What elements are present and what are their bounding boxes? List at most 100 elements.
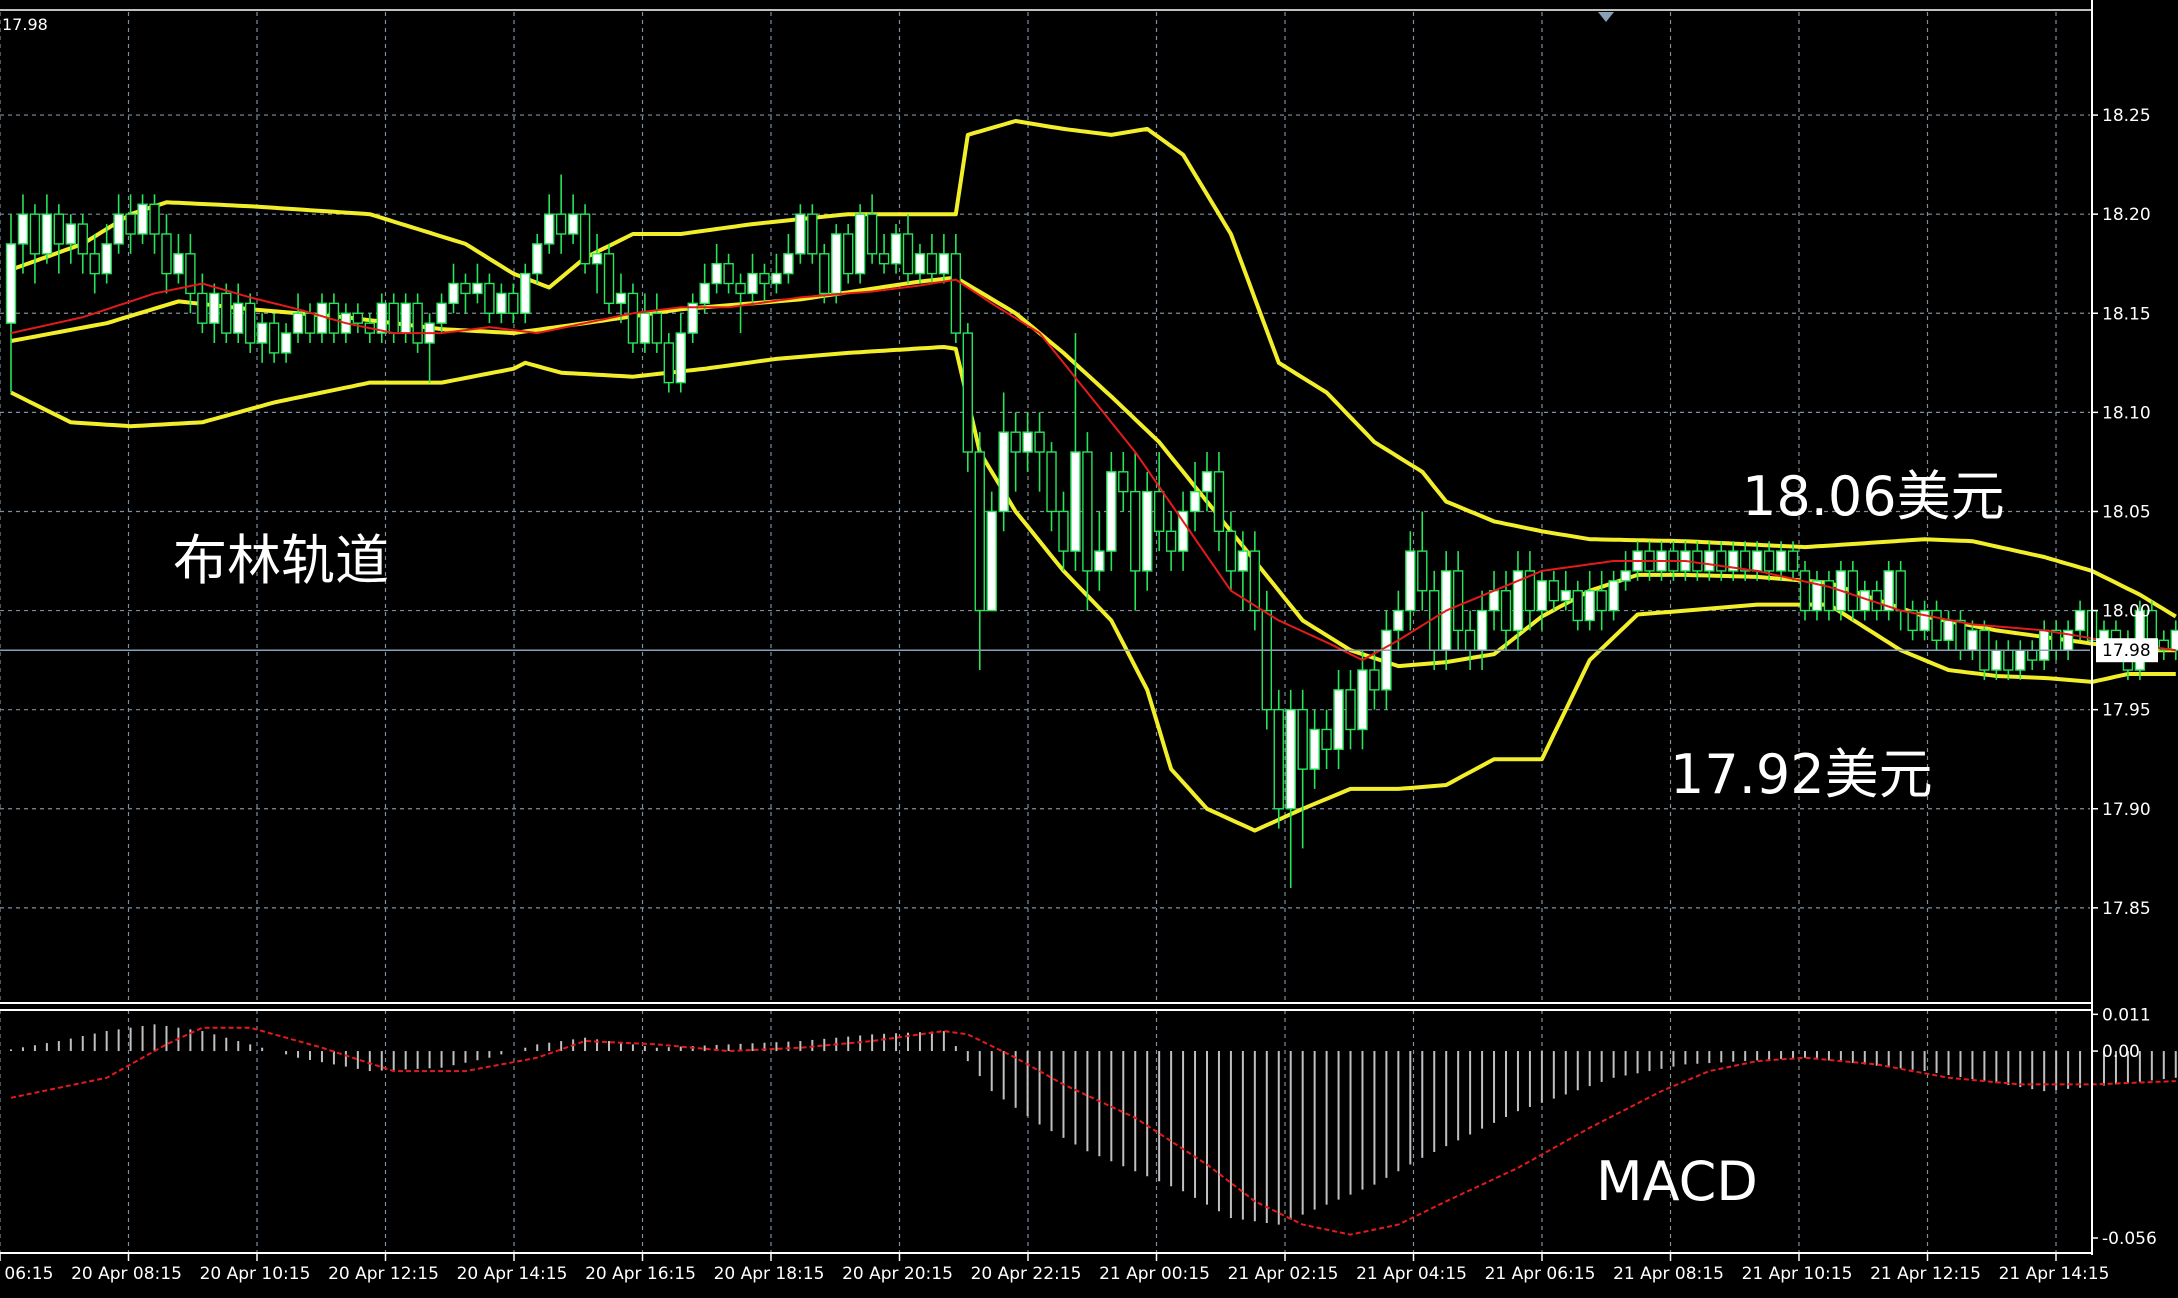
candle-body: [807, 213, 818, 255]
candle-body: [1692, 550, 1703, 572]
candle-body: [1213, 471, 1225, 532]
candle-body: [77, 223, 88, 255]
candle-body: [1130, 490, 1141, 572]
candle-body: [1381, 629, 1392, 691]
candle-body: [89, 253, 100, 275]
candle-body: [1070, 451, 1081, 552]
candle-body: [1106, 471, 1117, 552]
candle-body: [1393, 609, 1404, 632]
symbol-price-label: 17.98: [2, 15, 48, 34]
candle-body: [41, 213, 53, 255]
candle-body: [53, 213, 65, 245]
candle-body: [1405, 550, 1416, 612]
candle-body: [1249, 550, 1261, 612]
candle-body: [1991, 649, 2002, 671]
candle-body: [2170, 629, 2178, 651]
candle-body: [998, 431, 1009, 513]
chart-background: [0, 0, 2178, 1298]
time-tick-label: 21 Apr 02:15: [1228, 1264, 1339, 1284]
time-tick-label: 20 Apr 18:15: [714, 1264, 825, 1284]
candle-body: [723, 263, 734, 285]
candle-body: [1584, 590, 1595, 622]
candle: [627, 283, 639, 353]
candle-body: [256, 322, 268, 344]
price-tick-label: 18.05: [2102, 502, 2151, 522]
price-tick-label: 18.20: [2102, 205, 2151, 225]
candle-body: [1560, 590, 1572, 602]
macd-tick-label: 0.011: [2102, 1005, 2151, 1025]
candle-body: [1943, 619, 1954, 641]
candle-body: [579, 213, 591, 265]
candle-body: [1476, 609, 1488, 651]
candle-body: [448, 282, 459, 305]
candle-body: [460, 282, 471, 295]
time-tick-label: 20 Apr 10:15: [200, 1264, 311, 1284]
candle: [579, 204, 591, 274]
candle-body: [831, 233, 842, 295]
candle-body: [1285, 708, 1296, 810]
candle-body: [902, 233, 914, 275]
candle-body: [400, 302, 411, 334]
price-tick-label: 18.15: [2102, 304, 2151, 324]
candle-body: [2074, 609, 2086, 632]
candle-body: [1010, 431, 1021, 453]
candle-body: [771, 272, 782, 285]
candle-body: [233, 302, 244, 334]
candle-body: [950, 253, 962, 334]
candle-body: [1321, 728, 1332, 751]
candle-body: [2003, 649, 2014, 671]
candle-body: [1237, 550, 1249, 572]
candle: [1273, 689, 1284, 829]
candle-body: [567, 213, 579, 235]
candle-body: [1751, 550, 1763, 572]
candle-body: [555, 213, 567, 235]
candle-body: [711, 263, 722, 285]
candle-body: [484, 282, 495, 314]
candle-body: [615, 292, 627, 305]
time-tick-label: 20 Apr 06:15: [0, 1264, 53, 1284]
candle-body: [866, 213, 878, 255]
candle-body: [412, 302, 423, 344]
time-tick-label: 20 Apr 12:15: [328, 1264, 439, 1284]
candle-body: [520, 272, 531, 314]
candle-body: [304, 312, 316, 334]
candle-body: [1189, 490, 1201, 513]
macd-tick-label: -0.056: [2102, 1229, 2157, 1249]
candle-body: [1153, 490, 1165, 532]
candle-body: [699, 282, 710, 305]
candle-body: [1967, 629, 1978, 651]
candle-body: [268, 322, 280, 354]
candle-body: [292, 312, 304, 334]
time-tick-label: 21 Apr 00:15: [1099, 1264, 1210, 1284]
candle-body: [1716, 550, 1727, 572]
candle-body: [1895, 570, 1906, 612]
candle-body: [663, 342, 674, 384]
candle-body: [113, 213, 124, 245]
candle-body: [627, 292, 639, 344]
candle-body: [819, 253, 830, 295]
time-tick-label: 21 Apr 06:15: [1485, 1264, 1596, 1284]
candle: [854, 204, 866, 284]
candle-body: [316, 302, 328, 334]
candle-body: [472, 282, 483, 295]
candle-body: [1046, 451, 1057, 513]
candle-body: [1357, 669, 1368, 731]
chart-canvas: 18.25 18.20 18.15 18.10 18.05 18.00 17.95 17.90…: [0, 0, 2178, 1298]
candle-body: [1022, 431, 1033, 453]
candle-body: [914, 253, 926, 275]
candle-body: [639, 312, 651, 344]
candle-body: [280, 332, 292, 354]
candle-body: [137, 203, 148, 235]
candle-body: [759, 272, 770, 285]
candle-body: [352, 312, 364, 324]
time-tick-label: 21 Apr 08:15: [1613, 1264, 1724, 1284]
candle-body: [544, 213, 555, 245]
candle-body: [926, 253, 938, 275]
candle-body: [2038, 629, 2050, 661]
candle-body: [197, 292, 208, 324]
candle-body: [436, 302, 447, 324]
candle-body: [890, 233, 902, 265]
candle-body: [1309, 728, 1320, 770]
time-tick-label: 20 Apr 20:15: [842, 1264, 953, 1284]
candle-body: [1034, 431, 1045, 453]
